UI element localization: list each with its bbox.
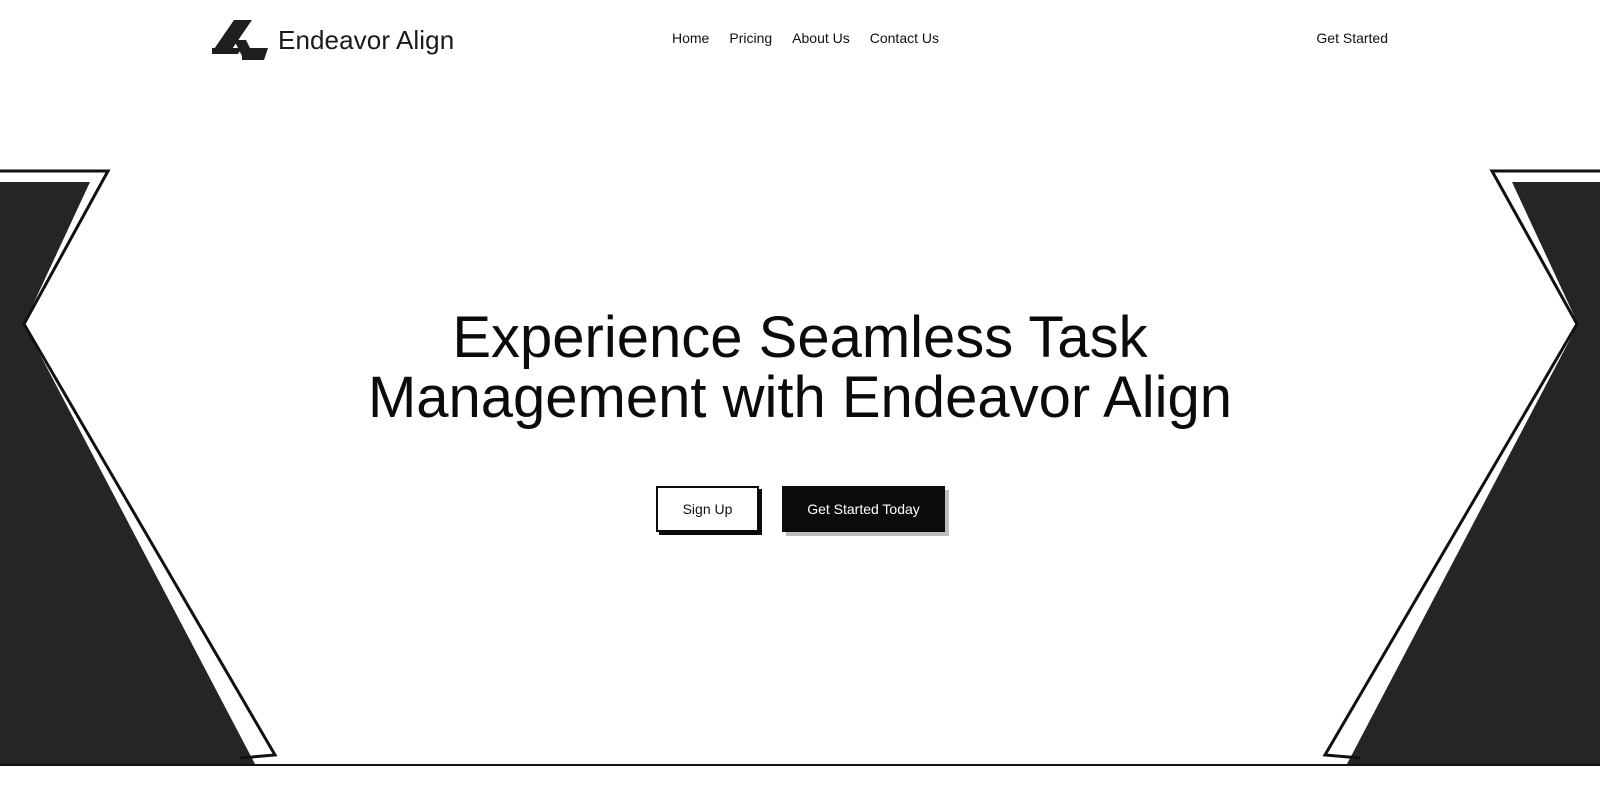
brand-name: Endeavor Align (278, 24, 455, 55)
nav-about-us[interactable]: About Us (792, 30, 850, 46)
left-chevron-shape (0, 169, 278, 764)
landing-page: Endeavor Align Home Pricing About Us Con… (0, 0, 1600, 785)
nav-contact-us[interactable]: Contact Us (870, 30, 939, 46)
site-header: Endeavor Align Home Pricing About Us Con… (0, 0, 1600, 80)
endeavor-align-logo-icon (212, 20, 268, 60)
brand-home-link[interactable]: Endeavor Align (212, 18, 454, 62)
hero-title: Experience Seamless Task Management with… (0, 308, 1600, 428)
nav-home[interactable]: Home (672, 30, 709, 46)
section-divider (0, 764, 1600, 766)
nav-pricing[interactable]: Pricing (729, 30, 772, 46)
main-nav: Home Pricing About Us Contact Us (672, 30, 939, 46)
hero-title-line-1: Experience Seamless Task (452, 305, 1148, 370)
hero-title-line-2: Management with Endeavor Align (367, 365, 1233, 430)
sign-up-button[interactable]: Sign Up (656, 486, 759, 532)
right-chevron-shape (1322, 169, 1600, 764)
header-get-started-link[interactable]: Get Started (1316, 30, 1388, 46)
get-started-today-button[interactable]: Get Started Today (782, 486, 945, 532)
